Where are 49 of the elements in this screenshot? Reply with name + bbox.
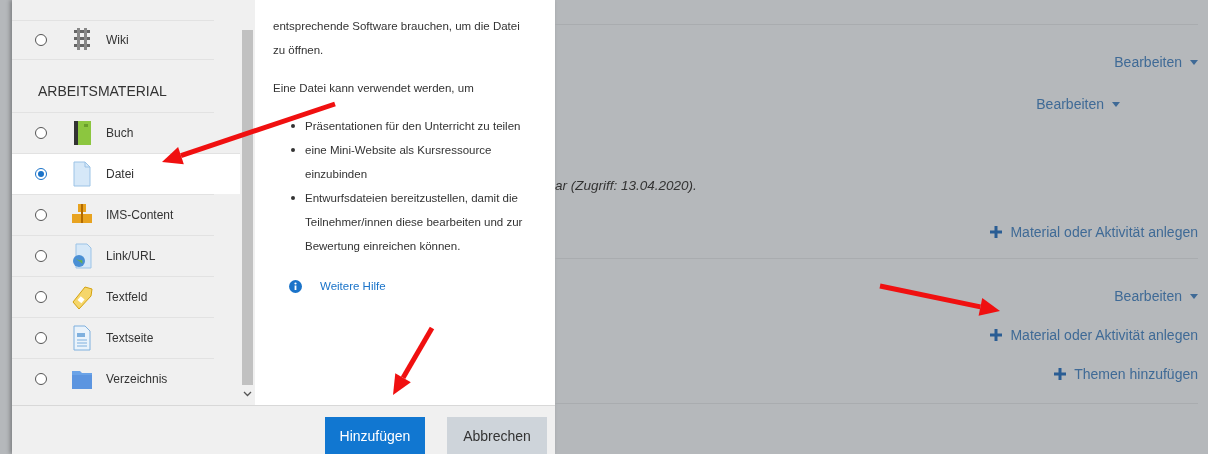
scroll-down-icon[interactable]: [243, 391, 252, 397]
bullet-text: Entwurfsdateien bereitzustellen, damit die Teilnehmer/innen diese bearbeiten und zur Bewertung einreichen können.: [291, 186, 533, 258]
plus-icon: [990, 225, 1003, 238]
bullet-text: Präsentationen für den Unterricht zu teilen: [291, 114, 533, 138]
item-label: Datei: [106, 167, 134, 181]
scrollbar[interactable]: [240, 0, 255, 405]
add-button[interactable]: Hinzufügen: [325, 417, 425, 454]
description-text: Eine Datei kann verwendet werden, um: [273, 81, 475, 96]
list-item[interactable]: Link/URL: [12, 235, 214, 276]
list-item[interactable]: IMS-Content: [12, 194, 214, 235]
radio-button[interactable]: [35, 373, 47, 385]
item-label: Textseite: [106, 331, 154, 345]
list-item[interactable]: Wiki: [12, 20, 214, 60]
radio-button[interactable]: [35, 332, 47, 344]
item-label: Link/URL: [106, 249, 156, 263]
caret-icon: [1190, 293, 1198, 299]
tag-icon: [71, 284, 93, 310]
description-text: entsprechende Software brauchen, um die Datei zu öffnen.: [273, 19, 521, 58]
radio-button[interactable]: [35, 209, 47, 221]
item-label: Verzeichnis: [106, 372, 168, 386]
list-item[interactable]: Textfeld: [12, 276, 214, 317]
radio-button[interactable]: [35, 168, 47, 180]
help-link[interactable]: Weitere Hilfe: [320, 274, 386, 298]
page-icon: [71, 325, 93, 351]
wiki-icon: [71, 27, 93, 53]
list-item[interactable]: Datei: [12, 153, 240, 194]
radio-button[interactable]: [35, 291, 47, 303]
item-label: IMS-Content: [106, 208, 174, 222]
info-icon: [289, 279, 302, 293]
bullet-text: eine Mini-Website als Kursressource einzubinden: [291, 138, 533, 186]
plus-icon: [990, 328, 1003, 341]
arrow-drawing: [393, 326, 435, 395]
caret-icon: [1112, 101, 1120, 107]
book-icon: [71, 120, 93, 146]
radio-button[interactable]: [35, 250, 47, 262]
document-icon: [71, 161, 93, 187]
list-item[interactable]: Textseite: [12, 317, 214, 358]
section-heading: ARBEITSMATERIAL: [37, 82, 168, 101]
globe-document-icon: [71, 243, 93, 269]
item-label: Buch: [106, 126, 134, 140]
item-label: Wiki: [106, 33, 129, 47]
radio-button[interactable]: [35, 127, 47, 139]
plus-icon: [1054, 367, 1067, 380]
cancel-button[interactable]: Abbrechen: [447, 417, 547, 454]
item-label: Textfeld: [106, 290, 148, 304]
note-text: ar (Zugriff: 13.04.2020).: [555, 177, 697, 193]
caret-icon: [1190, 59, 1198, 65]
radio-button[interactable]: [35, 34, 47, 46]
list-item[interactable]: Verzeichnis: [12, 358, 214, 399]
